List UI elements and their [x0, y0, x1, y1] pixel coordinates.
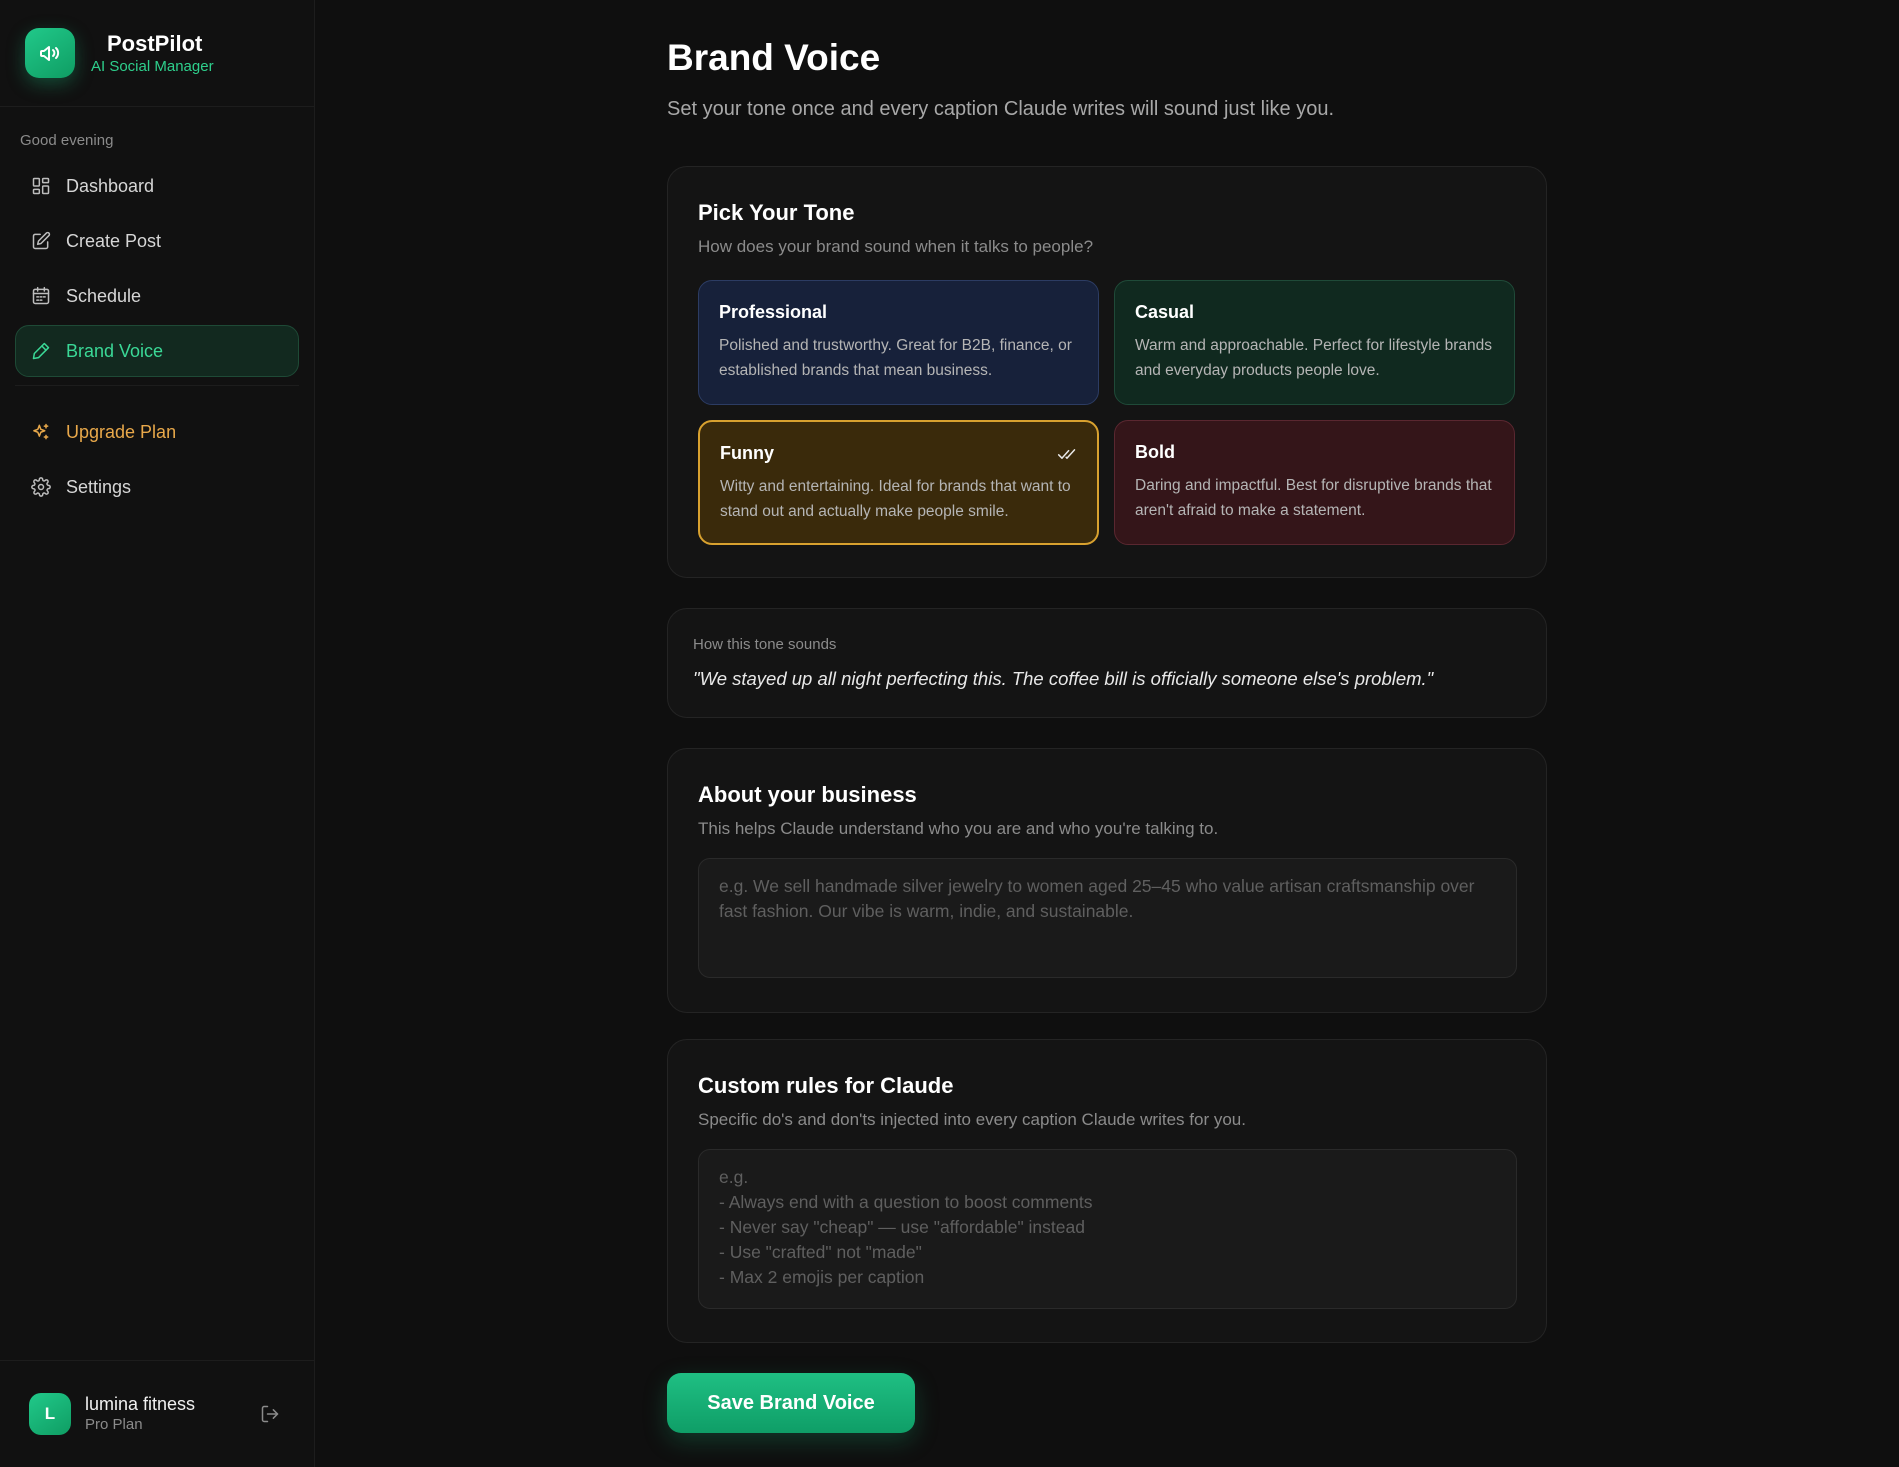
megaphone-icon	[25, 28, 75, 78]
sidebar-item-label: Upgrade Plan	[66, 421, 177, 442]
sidebar-nav: Dashboard Create Post Schedule Brand Voi…	[0, 160, 314, 513]
tone-options: Professional Polished and trustworthy. G…	[698, 280, 1516, 545]
app-name: PostPilot	[107, 30, 203, 56]
app-root: PostPilot AI Social Manager Good evening…	[0, 0, 1899, 1467]
tone-sample-card: How this tone sounds "We stayed up all n…	[667, 608, 1547, 718]
grid-icon	[32, 177, 50, 195]
sidebar-item-label: Settings	[66, 476, 132, 497]
tone-option-funny[interactable]: Funny Witty and entertaining. Ideal for …	[698, 420, 1099, 545]
sidebar-item-label: Brand Voice	[66, 340, 164, 361]
brand-text: PostPilot AI Social Manager	[91, 31, 214, 76]
user-plan: Pro Plan	[85, 1416, 143, 1433]
tone-option-professional[interactable]: Professional Polished and trustworthy. G…	[698, 280, 1099, 405]
tone-option-description: Polished and trustworthy. Great for B2B,…	[719, 337, 1072, 379]
tone-sample-label: How this tone sounds	[693, 636, 837, 653]
custom-rules-input[interactable]	[698, 1149, 1517, 1309]
tone-option-bold[interactable]: Bold Daring and impactful. Best for disr…	[1114, 420, 1515, 545]
custom-rules-subtitle: Specific do's and don'ts injected into e…	[698, 1110, 1246, 1129]
tone-option-description: Warm and approachable. Perfect for lifes…	[1135, 337, 1492, 379]
about-business-input[interactable]	[698, 858, 1517, 978]
calendar-icon	[32, 286, 50, 305]
gear-icon	[31, 477, 51, 497]
user-name: lumina fitness	[85, 1394, 196, 1414]
about-section-title: About your business	[698, 782, 917, 807]
brand-header: PostPilot AI Social Manager	[0, 0, 314, 107]
tone-option-name: Funny	[720, 443, 774, 463]
greeting: Good evening	[20, 132, 114, 149]
tone-section-subtitle: How does your brand sound when it talks …	[698, 237, 1094, 256]
about-business-card: About your business This helps Claude un…	[667, 748, 1547, 1013]
logout-icon[interactable]	[260, 1404, 280, 1424]
nav-divider	[15, 385, 299, 386]
tone-option-name: Professional	[719, 302, 828, 322]
tone-picker-card: Pick Your Tone How does your brand sound…	[667, 166, 1547, 578]
about-section-subtitle: This helps Claude understand who you are…	[698, 819, 1219, 838]
double-check-icon	[1057, 449, 1076, 459]
avatar[interactable]: L	[29, 1393, 71, 1435]
sidebar-item-label: Dashboard	[66, 175, 155, 196]
page-subtitle: Set your tone once and every caption Cla…	[667, 98, 1335, 120]
tone-option-casual[interactable]: Casual Warm and approachable. Perfect fo…	[1114, 280, 1515, 405]
page-title: Brand Voice	[667, 37, 881, 78]
sidebar-item-schedule[interactable]: Schedule	[15, 270, 299, 322]
app-tagline: AI Social Manager	[91, 57, 214, 75]
sidebar-item-label: Create Post	[66, 230, 162, 251]
custom-rules-card: Custom rules for Claude Specific do's an…	[667, 1039, 1547, 1343]
tone-option-description: Witty and entertaining. Ideal for brands…	[720, 478, 1071, 520]
tone-option-name: Bold	[1135, 442, 1175, 462]
sparkles-icon	[33, 423, 49, 440]
sidebar-item-dashboard[interactable]: Dashboard	[15, 160, 299, 212]
custom-rules-title: Custom rules for Claude	[698, 1073, 954, 1098]
sidebar-item-brand-voice[interactable]: Brand Voice	[15, 325, 299, 377]
sidebar-item-settings[interactable]: Settings	[15, 461, 299, 513]
tone-option-description: Daring and impactful. Best for disruptiv…	[1135, 477, 1492, 519]
user-info: lumina fitness Pro Plan	[85, 1393, 260, 1435]
tone-sample-quote: "We stayed up all night perfecting this.…	[693, 668, 1434, 689]
sidebar-item-upgrade-plan[interactable]: Upgrade Plan	[15, 406, 299, 458]
pen-icon	[32, 342, 50, 360]
main-content: Brand Voice Set your tone once and every…	[315, 0, 1899, 1467]
sidebar: PostPilot AI Social Manager Good evening…	[0, 0, 315, 1467]
sidebar-item-create-post[interactable]: Create Post	[15, 215, 299, 267]
save-brand-voice-button[interactable]: Save Brand Voice	[667, 1373, 915, 1433]
tone-option-name: Casual	[1135, 302, 1195, 322]
tone-section-title: Pick Your Tone	[698, 200, 855, 225]
sidebar-item-label: Schedule	[66, 285, 142, 306]
user-profile: L lumina fitness Pro Plan	[0, 1360, 314, 1467]
edit-icon	[32, 231, 51, 250]
